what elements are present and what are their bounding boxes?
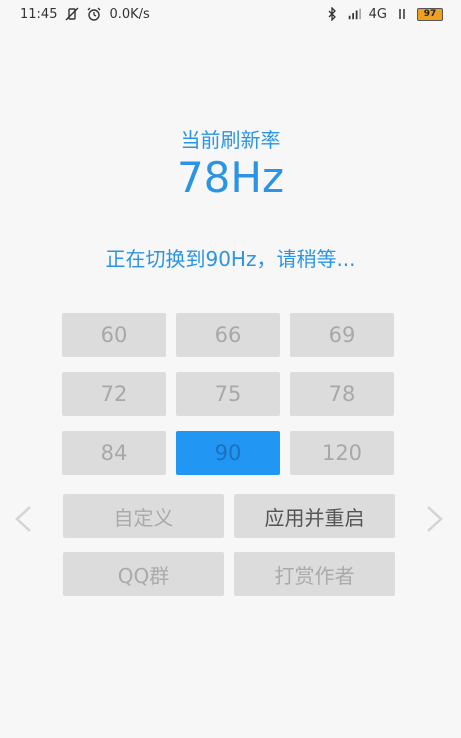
action-buttons: 自定义 应用并重启 QQ群 打赏作者 [63, 494, 395, 596]
network-type: 4G [368, 6, 387, 22]
chevron-right-icon[interactable] [424, 503, 446, 535]
rate-button-78[interactable]: 78 [290, 372, 394, 416]
rate-button-84[interactable]: 84 [62, 431, 166, 475]
chevron-left-icon[interactable] [12, 503, 34, 535]
custom-button[interactable]: 自定义 [63, 494, 224, 538]
rate-button-120[interactable]: 120 [290, 431, 394, 475]
rate-button-60[interactable]: 60 [62, 313, 166, 357]
apply-restart-button[interactable]: 应用并重启 [234, 494, 395, 538]
donate-button[interactable]: 打赏作者 [234, 552, 395, 596]
data-arrows-icon [395, 7, 409, 21]
rate-button-90[interactable]: 90 [176, 431, 280, 475]
signal-icon [347, 7, 361, 21]
vibrate-off-icon [65, 7, 79, 21]
qq-group-button[interactable]: QQ群 [63, 552, 224, 596]
status-bar-left: 11:45 0.0K/s [20, 7, 150, 22]
current-rate: 78Hz [176, 153, 285, 202]
rate-button-69[interactable]: 69 [290, 313, 394, 357]
alarm-clock-icon [87, 7, 101, 21]
status-time: 11:45 [20, 6, 58, 22]
rate-grid: 60 66 69 72 75 78 84 90 120 [62, 313, 394, 475]
bluetooth-icon [325, 7, 339, 21]
rate-button-75[interactable]: 75 [176, 372, 280, 416]
network-speed: 0.0K/s [109, 6, 150, 22]
battery-icon: 97 [417, 7, 443, 21]
rate-button-72[interactable]: 72 [62, 372, 166, 416]
status-bar-right: 4G 97 [325, 7, 443, 22]
switching-status: 正在切换到90Hz，请稍等... [105, 247, 356, 271]
rate-button-66[interactable]: 66 [176, 313, 280, 357]
status-bar: 11:45 0.0K/s 4G 97 [0, 0, 461, 28]
page-title: 当前刷新率 [180, 128, 281, 152]
